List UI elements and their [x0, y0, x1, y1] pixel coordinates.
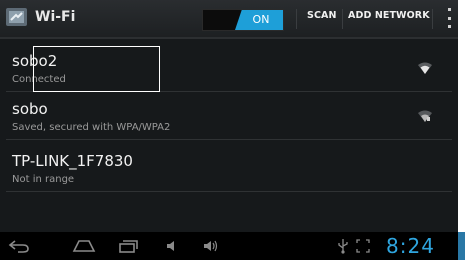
network-status: Not in range: [12, 174, 75, 185]
recent-apps-icon[interactable]: [118, 238, 140, 254]
wifi-settings-screen: Wi-Fi ON SCAN ADD NETWORK sobo2 Connecte…: [0, 0, 458, 260]
network-item[interactable]: sobo Saved, secured with WPA/WPA2: [0, 96, 458, 140]
wifi-toggle[interactable]: ON: [202, 9, 284, 31]
divider: [296, 9, 297, 29]
network-item[interactable]: TP-LINK_1F7830 Not in range: [0, 148, 458, 192]
row-divider: [6, 191, 452, 192]
usb-icon: [338, 239, 348, 254]
screenshot-icon: [356, 239, 370, 253]
network-status: Saved, secured with WPA/WPA2: [12, 122, 171, 133]
wifi-signal-icon: [418, 62, 432, 74]
back-icon[interactable]: [8, 238, 30, 254]
connected-network-highlight: [33, 46, 160, 92]
action-bar: Wi-Fi ON SCAN ADD NETWORK: [0, 0, 458, 37]
divider: [342, 9, 343, 29]
divider: [432, 9, 433, 29]
wifi-signal-icon: [418, 110, 432, 122]
toggle-on-label: ON: [235, 10, 283, 30]
volume-up-icon[interactable]: [202, 238, 220, 254]
row-divider: [6, 139, 452, 140]
overflow-menu-icon[interactable]: [444, 8, 454, 28]
network-name: TP-LINK_1F7830: [12, 152, 133, 170]
settings-app-icon[interactable]: [5, 6, 29, 28]
scan-button[interactable]: SCAN: [307, 10, 337, 21]
volume-down-icon[interactable]: [165, 238, 179, 254]
battery-edge-icon: [458, 232, 465, 260]
home-icon[interactable]: [72, 238, 96, 254]
page-title: Wi-Fi: [35, 9, 76, 25]
right-edge-margin: [458, 0, 465, 260]
clock: 8:24: [386, 234, 435, 258]
action-bar-underline: [0, 37, 458, 39]
system-nav-bar: 8:24: [0, 232, 458, 260]
add-network-button[interactable]: ADD NETWORK: [348, 10, 430, 21]
network-name: sobo: [12, 100, 48, 118]
